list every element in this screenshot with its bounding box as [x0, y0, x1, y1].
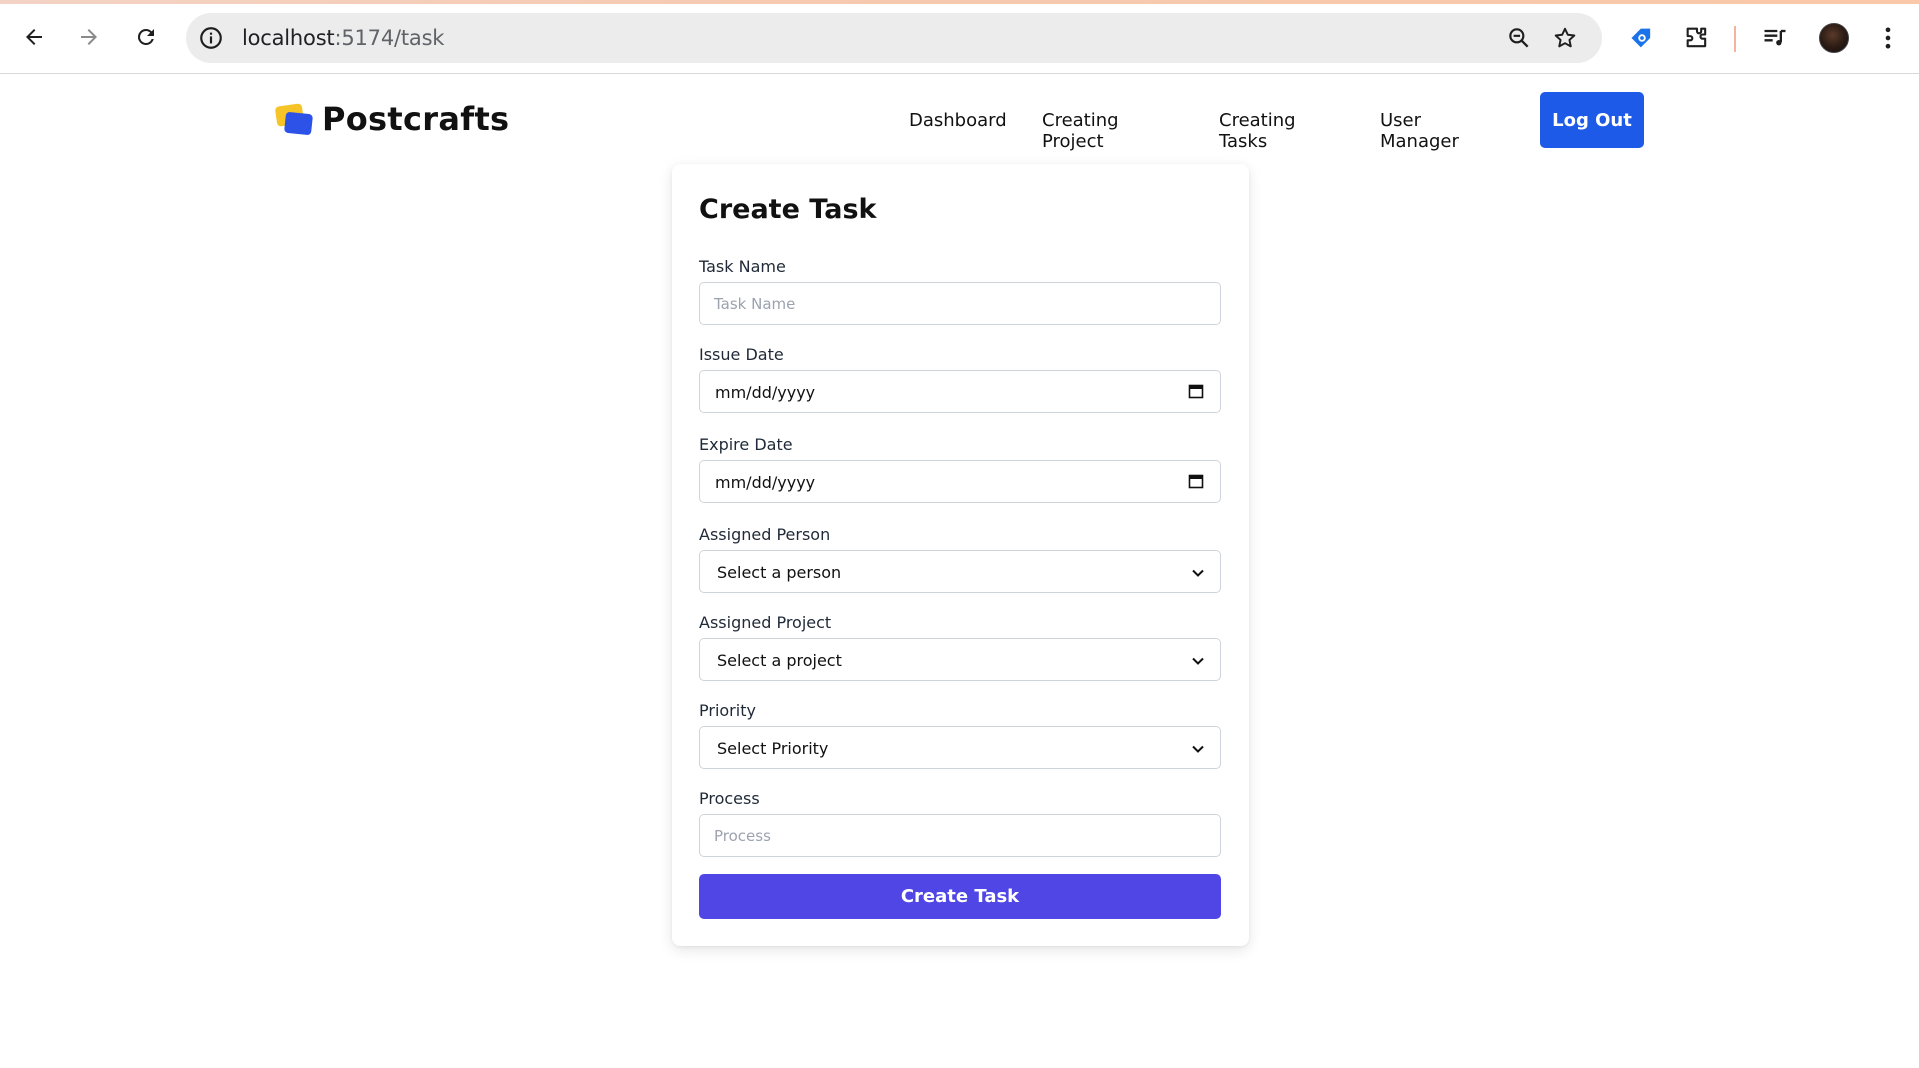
chevron-down-icon [1192, 657, 1204, 665]
nav-dashboard[interactable]: Dashboard [909, 110, 1007, 131]
zoom-icon[interactable] [1506, 25, 1532, 51]
url-path: :5174/task [334, 26, 445, 50]
nav-user-manager[interactable]: User Manager [1380, 110, 1459, 152]
logo-mark-icon [274, 102, 314, 136]
calendar-icon[interactable] [1188, 383, 1204, 399]
expire-date-label: Expire Date [699, 435, 793, 454]
process-label: Process [699, 789, 760, 808]
star-icon[interactable] [1552, 25, 1578, 51]
brand-logo[interactable]: Postcrafts [274, 100, 510, 138]
expire-date-input[interactable]: mm/dd/yyyy [699, 460, 1221, 503]
reload-button[interactable] [127, 18, 165, 56]
process-input[interactable]: Process [699, 814, 1221, 857]
task-name-label: Task Name [699, 257, 786, 276]
calendar-icon[interactable] [1188, 473, 1204, 489]
process-placeholder: Process [714, 827, 771, 845]
priority-selected: Select Priority [717, 739, 829, 758]
assigned-person-label: Assigned Person [699, 525, 831, 544]
url-host: localhost [242, 26, 335, 50]
back-button[interactable] [15, 18, 53, 56]
brand-name: Postcrafts [322, 100, 510, 138]
form-title: Create Task [699, 194, 877, 225]
tab-strip-edge [0, 0, 1919, 4]
task-name-placeholder: Task Name [714, 295, 796, 313]
info-icon[interactable] [198, 25, 224, 51]
forward-button[interactable] [70, 18, 108, 56]
nav-creating-project[interactable]: Creating Project [1042, 110, 1119, 152]
assigned-project-label: Assigned Project [699, 613, 832, 632]
kebab-menu-icon[interactable] [1874, 24, 1902, 52]
puzzle-extension-icon[interactable] [1683, 24, 1711, 52]
logo-mark-blue [283, 111, 314, 136]
nav-creating-tasks[interactable]: Creating Tasks [1219, 110, 1296, 152]
create-task-button[interactable]: Create Task [699, 874, 1221, 919]
reload-icon [137, 28, 154, 45]
address-bar[interactable]: localhost:5174/task [186, 13, 1602, 63]
assigned-person-select[interactable]: Select a person [699, 550, 1221, 593]
app-header: Postcrafts Dashboard Creating Project Cr… [0, 74, 1919, 164]
url-text[interactable]: localhost:5174/task [242, 26, 444, 50]
media-queue-icon[interactable] [1761, 24, 1789, 52]
priority-label: Priority [699, 701, 756, 720]
expire-date-value: mm/dd/yyyy [715, 473, 816, 492]
forward-icon [81, 29, 97, 45]
browser-toolbar: localhost:5174/task [0, 0, 1919, 74]
issue-date-input[interactable]: mm/dd/yyyy [699, 370, 1221, 413]
chevron-down-icon [1192, 745, 1204, 753]
tag-extension-icon[interactable] [1628, 24, 1656, 52]
chevron-down-icon [1192, 569, 1204, 577]
create-task-card: Create Task Task Name Task Name Issue Da… [672, 164, 1249, 946]
priority-select[interactable]: Select Priority [699, 726, 1221, 769]
toolbar-separator [1734, 26, 1736, 52]
assigned-project-selected: Select a project [717, 651, 842, 670]
profile-avatar[interactable] [1819, 23, 1849, 53]
assigned-person-selected: Select a person [717, 563, 842, 582]
issue-date-value: mm/dd/yyyy [715, 383, 816, 402]
logout-button[interactable]: Log Out [1540, 92, 1644, 148]
task-name-input[interactable]: Task Name [699, 282, 1221, 325]
back-icon [26, 29, 42, 45]
issue-date-label: Issue Date [699, 345, 784, 364]
assigned-project-select[interactable]: Select a project [699, 638, 1221, 681]
